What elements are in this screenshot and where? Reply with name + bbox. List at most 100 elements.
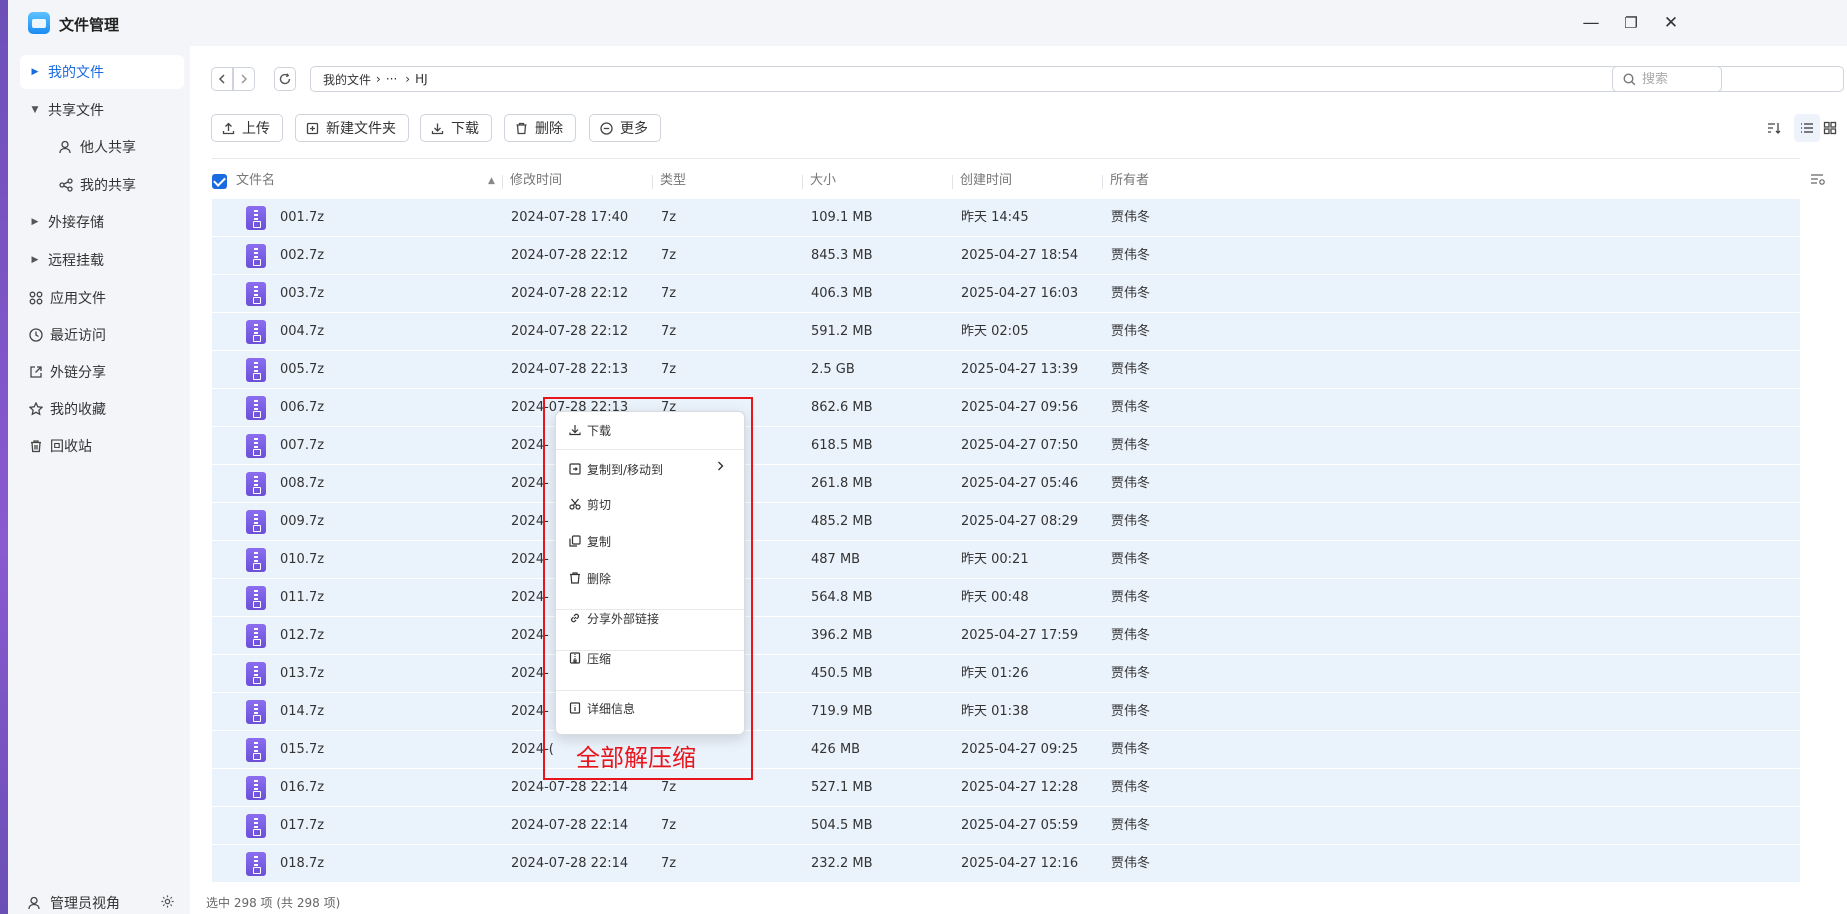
- archive-file-icon: [246, 700, 266, 724]
- table-row[interactable]: 013.7z 2024- 450.5 MB 昨天 01:26 贾伟冬: [212, 655, 1800, 693]
- annotation-highlight-box: [543, 397, 753, 780]
- sidebar-item-label: 外接存储: [48, 215, 104, 231]
- breadcrumb[interactable]: 我的文件 › ··· › HJ: [310, 66, 1722, 92]
- forward-button[interactable]: [233, 67, 255, 91]
- sidebar-item-label: 外链分享: [50, 365, 106, 381]
- table-row[interactable]: 005.7z 2024-07-28 22:13 7z 2.5 GB 2025-04-27…: [212, 351, 1800, 389]
- cell-size: 862.6 MB: [811, 400, 873, 415]
- sidebar-item-favorites[interactable]: 我的收藏: [20, 392, 184, 426]
- sidebar-item-recent[interactable]: 最近访问: [20, 318, 184, 352]
- table-row[interactable]: 006.7z 2024-07-28 22:13 7z 862.6 MB 2025-04-…: [212, 389, 1800, 427]
- table-row[interactable]: 015.7z 2024-(426 MB 2025-04-27 09:25 贾伟冬: [212, 731, 1800, 769]
- breadcrumb-root[interactable]: 我的文件: [323, 71, 371, 88]
- cell-created: 2025-04-27 17:59: [961, 628, 1079, 643]
- cell-owner: 贾伟冬: [1111, 514, 1151, 529]
- search-box[interactable]: [1612, 66, 1844, 92]
- column-settings-button[interactable]: [1810, 166, 1826, 200]
- cell-owner: 贾伟冬: [1111, 856, 1151, 871]
- cell-name: 018.7z: [280, 856, 325, 871]
- user-icon: [58, 139, 74, 155]
- breadcrumb-separator: ›: [376, 72, 381, 86]
- delete-button[interactable]: 删除: [504, 114, 576, 142]
- column-header-size[interactable]: 大小: [810, 164, 836, 198]
- column-header-owner[interactable]: 所有者: [1110, 164, 1149, 198]
- table-row[interactable]: 003.7z 2024-07-28 22:12 7z 406.3 MB 2025-04-…: [212, 275, 1800, 313]
- gear-icon[interactable]: [160, 894, 175, 913]
- table-row[interactable]: 012.7z 2024- 396.2 MB 2025-04-27 17:59 贾伟冬: [212, 617, 1800, 655]
- sort-button[interactable]: [1761, 114, 1787, 142]
- sidebar-item-shared-with-me[interactable]: 他人共享: [20, 130, 184, 164]
- breadcrumb-current[interactable]: HJ: [415, 72, 428, 86]
- upload-label: 上传: [242, 121, 270, 137]
- table-row[interactable]: 001.7z 2024-07-28 17:40 7z 109.1 MB 昨天 14:45…: [212, 199, 1800, 237]
- table-row[interactable]: 014.7z 2024- 719.9 MB 昨天 01:38 贾伟冬: [212, 693, 1800, 731]
- column-settings-icon: [1811, 174, 1825, 185]
- close-button[interactable]: ✕: [1656, 10, 1686, 36]
- cell-owner: 贾伟冬: [1111, 552, 1151, 567]
- archive-file-icon: [246, 738, 266, 762]
- cell-size: 426 MB: [811, 742, 861, 757]
- download-icon: [431, 123, 444, 134]
- refresh-button[interactable]: [274, 67, 296, 91]
- column-header-name[interactable]: 文件名: [236, 164, 275, 198]
- cell-size: 2.5 GB: [811, 362, 855, 377]
- upload-button[interactable]: 上传: [211, 114, 283, 142]
- sidebar-item-trash[interactable]: 回收站: [20, 429, 184, 463]
- sort-arrows-icon[interactable]: ▲: [488, 164, 495, 198]
- table-row[interactable]: 010.7z 2024- 487 MB 昨天 00:21 贾伟冬: [212, 541, 1800, 579]
- cell-created: 昨天 00:48: [961, 590, 1029, 605]
- maximize-button[interactable]: ❐: [1616, 10, 1646, 36]
- cell-modified: 2024-07-28 22:12: [511, 286, 629, 301]
- cell-name: 008.7z: [280, 476, 325, 491]
- annotation-label: 全部解压缩: [576, 744, 696, 772]
- sidebar-item-label: 共享文件: [48, 103, 104, 119]
- app-title: 文件管理: [59, 16, 120, 34]
- sidebar-item-my-files[interactable]: ▶ 我的文件: [20, 55, 184, 89]
- table-row[interactable]: 011.7z 2024- 564.8 MB 昨天 00:48 贾伟冬: [212, 579, 1800, 617]
- sidebar-item-remote-mount[interactable]: ▶ 远程挂载: [20, 243, 184, 277]
- archive-file-icon: [246, 510, 266, 534]
- cell-created: 2025-04-27 18:54: [961, 248, 1079, 263]
- column-header-type[interactable]: 类型: [660, 164, 686, 198]
- cell-type: 7z: [661, 248, 677, 263]
- sidebar-item-my-shares[interactable]: 我的共享: [20, 168, 184, 202]
- upload-icon: [222, 122, 235, 134]
- column-header-created[interactable]: 创建时间: [960, 164, 1012, 198]
- cell-type: 7z: [661, 210, 677, 225]
- sidebar-item-external-storage[interactable]: ▶ 外接存储: [20, 205, 184, 239]
- minimize-button[interactable]: —: [1576, 10, 1606, 36]
- grid-view-button[interactable]: [1817, 114, 1843, 142]
- cell-owner: 贾伟冬: [1111, 286, 1151, 301]
- caret-right-icon: ▶: [31, 67, 39, 77]
- table-row[interactable]: 016.7z 2024-07-28 22:14 7z 527.1 MB 2025-04-…: [212, 769, 1800, 807]
- select-all-checkbox[interactable]: [212, 174, 227, 189]
- table-row[interactable]: 017.7z 2024-07-28 22:14 7z 504.5 MB 2025-04-…: [212, 807, 1800, 845]
- cell-created: 2025-04-27 07:50: [961, 438, 1079, 453]
- table-row[interactable]: 009.7z 2024- 485.2 MB 2025-04-27 08:29 贾伟冬: [212, 503, 1800, 541]
- sidebar-item-app-files[interactable]: 应用文件: [20, 281, 184, 315]
- new-folder-button[interactable]: 新建文件夹: [295, 114, 409, 142]
- sidebar-item-link-share[interactable]: 外链分享: [20, 355, 184, 389]
- archive-file-icon: [246, 548, 266, 572]
- cell-name: 016.7z: [280, 780, 325, 795]
- cell-created: 2025-04-27 13:39: [961, 362, 1079, 377]
- column-header-modified[interactable]: 修改时间: [510, 164, 562, 198]
- search-input[interactable]: [1642, 71, 1822, 87]
- back-button[interactable]: [211, 67, 233, 91]
- table-row[interactable]: 004.7z 2024-07-28 22:12 7z 591.2 MB 昨天 02:05…: [212, 313, 1800, 351]
- table-row[interactable]: 008.7z 2024- 261.8 MB 2025-04-27 05:46 贾伟冬: [212, 465, 1800, 503]
- table-row[interactable]: 002.7z 2024-07-28 22:12 7z 845.3 MB 2025-04-…: [212, 237, 1800, 275]
- cell-size: 845.3 MB: [811, 248, 873, 263]
- apps-icon: [28, 290, 44, 306]
- cell-size: 527.1 MB: [811, 780, 873, 795]
- breadcrumb-ellipsis[interactable]: ···: [386, 72, 397, 86]
- download-button[interactable]: 下载: [420, 114, 492, 142]
- cell-size: 261.8 MB: [811, 476, 873, 491]
- table-row[interactable]: 018.7z 2024-07-28 22:14 7z 232.2 MB 2025-04-…: [212, 845, 1800, 883]
- archive-file-icon: [246, 282, 266, 306]
- cell-owner: 贾伟冬: [1111, 704, 1151, 719]
- sidebar-item-shared-files[interactable]: ▼ 共享文件: [20, 93, 184, 127]
- table-row[interactable]: 007.7z 2024- 618.5 MB 2025-04-27 07:50 贾伟冬: [212, 427, 1800, 465]
- more-button[interactable]: 更多: [589, 114, 661, 142]
- cell-name: 007.7z: [280, 438, 325, 453]
